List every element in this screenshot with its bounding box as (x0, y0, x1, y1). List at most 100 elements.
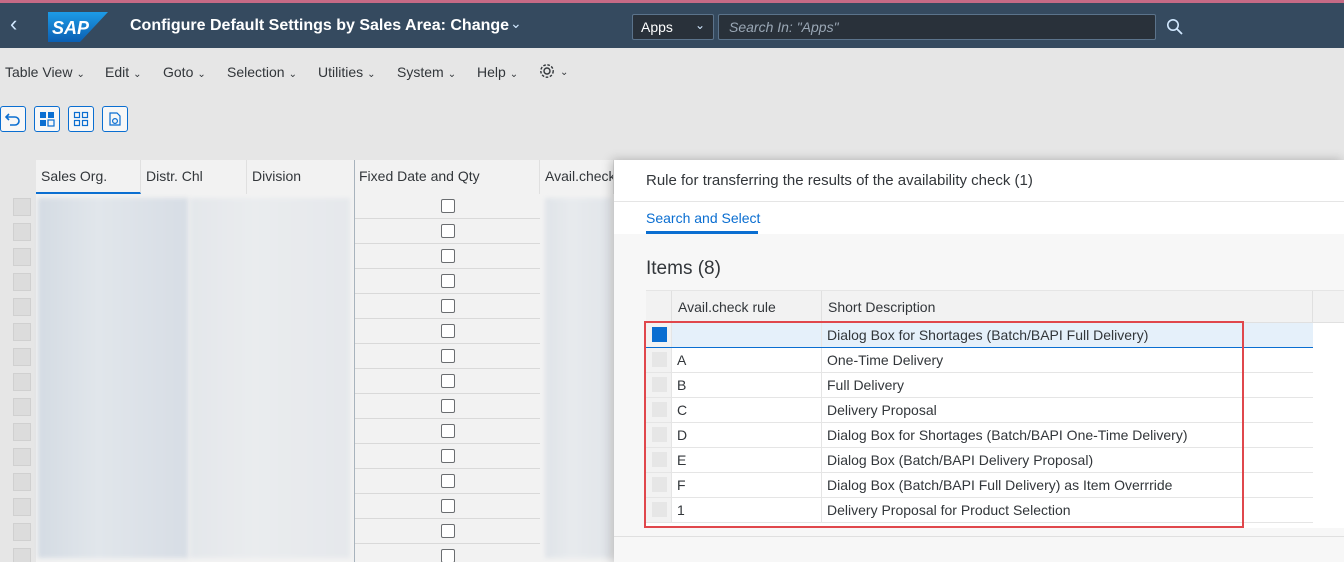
row-divider (355, 343, 540, 344)
row-divider (355, 443, 540, 444)
row-divider (355, 493, 540, 494)
row-divider (355, 468, 540, 469)
fixed-date-qty-checkbox[interactable] (441, 474, 455, 488)
fixed-date-qty-checkbox[interactable] (441, 449, 455, 463)
row-divider (355, 318, 540, 319)
deselect-all-icon (73, 111, 89, 127)
shell-header: ‹ SAP Configure Default Settings by Sale… (0, 0, 1344, 48)
fixed-date-qty-checkbox[interactable] (441, 399, 455, 413)
undo-button[interactable] (0, 106, 26, 132)
fixed-date-qty-checkbox[interactable] (441, 274, 455, 288)
column-header-short-description[interactable]: Short Description (822, 291, 1313, 323)
search-icon[interactable] (1166, 18, 1184, 36)
column-header-distr-chl[interactable]: Distr. Chl (141, 160, 247, 194)
row-selector[interactable] (13, 298, 31, 316)
row-selector[interactable] (13, 273, 31, 291)
menu-help[interactable]: Help ⌄ (477, 64, 518, 80)
export-icon (109, 112, 121, 126)
column-header-avail-check-rule[interactable]: Avail.check rule (672, 291, 822, 323)
menu-goto[interactable]: Goto ⌄ (163, 64, 206, 80)
redacted-cells (545, 198, 611, 558)
column-header-fixed-date-qty[interactable]: Fixed Date and Qty (354, 160, 540, 194)
column-header-filler (1313, 291, 1344, 323)
row-selector[interactable] (13, 248, 31, 266)
chevron-down-icon: ⌄ (509, 69, 519, 80)
export-button[interactable] (102, 106, 128, 132)
row-selector[interactable] (13, 348, 31, 366)
chevron-down-icon: ⌄ (76, 69, 85, 80)
row-selector[interactable] (13, 548, 31, 562)
menu-label: Table View (5, 64, 73, 80)
fixed-date-qty-checkbox[interactable] (441, 224, 455, 238)
row-selector[interactable] (13, 473, 31, 491)
menu-selection[interactable]: Selection ⌄ (227, 64, 297, 80)
row-divider (355, 218, 540, 219)
gear-icon (540, 64, 554, 79)
menu-label: Goto (163, 64, 194, 80)
sap-logo[interactable]: SAP (48, 12, 108, 42)
svg-text:SAP: SAP (52, 18, 90, 38)
select-all-button[interactable] (34, 106, 60, 132)
chevron-down-icon: ⌄ (694, 18, 705, 32)
row-selector[interactable] (13, 448, 31, 466)
redacted-cells (38, 198, 188, 558)
divider (614, 536, 1344, 537)
fixed-date-qty-checkbox[interactable] (441, 249, 455, 263)
app-title[interactable]: Configure Default Settings by Sales Area… (130, 17, 509, 35)
row-divider (355, 368, 540, 369)
chevron-down-icon[interactable]: ⌄ (510, 15, 522, 32)
column-header-division[interactable]: Division (247, 160, 355, 194)
row-selector[interactable] (13, 373, 31, 391)
menu-system[interactable]: System ⌄ (397, 64, 456, 80)
fixed-date-qty-checkbox[interactable] (441, 424, 455, 438)
menu-bar: Table View ⌄ Edit ⌄ Goto ⌄ Selection ⌄ Utili… (0, 48, 1344, 96)
row-divider (355, 293, 540, 294)
chevron-down-icon: ⌄ (197, 69, 206, 80)
highlight-annotation (644, 321, 1244, 528)
fixed-date-qty-checkbox[interactable] (441, 374, 455, 388)
menu-label: Utilities (318, 64, 364, 80)
row-selector[interactable] (13, 498, 31, 516)
apps-select[interactable]: Apps ⌄ (632, 14, 714, 40)
menu-label: Selection (227, 64, 285, 80)
deselect-all-button[interactable] (68, 106, 94, 132)
menu-utilities[interactable]: Utilities ⌄ (318, 64, 376, 80)
row-divider (355, 268, 540, 269)
column-header-avail-check[interactable]: Avail.check (540, 160, 614, 194)
row-divider (355, 418, 540, 419)
fixed-date-qty-checkbox[interactable] (441, 499, 455, 513)
row-selector[interactable] (13, 323, 31, 341)
row-divider (355, 393, 540, 394)
menu-edit[interactable]: Edit ⌄ (105, 64, 142, 80)
divider (614, 201, 1344, 202)
undo-icon (5, 113, 20, 126)
row-divider (355, 243, 540, 244)
fixed-date-qty-checkbox[interactable] (441, 299, 455, 313)
menu-label: Edit (105, 64, 130, 80)
chevron-down-icon: ⌄ (133, 69, 142, 80)
settings-menu[interactable]: ⌄ (538, 62, 568, 80)
row-selector[interactable] (13, 423, 31, 441)
row-selector[interactable] (13, 198, 31, 216)
fixed-date-qty-checkbox[interactable] (441, 199, 455, 213)
tab-search-and-select[interactable]: Search and Select (646, 210, 760, 226)
redacted-cells (190, 198, 350, 558)
row-selector[interactable] (13, 523, 31, 541)
apps-select-value: Apps (641, 19, 673, 35)
select-column-header[interactable] (646, 291, 672, 323)
row-divider (355, 518, 540, 519)
fixed-date-qty-checkbox[interactable] (441, 549, 455, 562)
fixed-date-qty-checkbox[interactable] (441, 349, 455, 363)
menu-table-view[interactable]: Table View ⌄ (5, 64, 85, 80)
row-selector[interactable] (13, 398, 31, 416)
menu-label: System (397, 64, 444, 80)
back-icon[interactable]: ‹ (10, 13, 30, 37)
fixed-date-qty-checkbox[interactable] (441, 324, 455, 338)
fixed-date-qty-checkbox[interactable] (441, 524, 455, 538)
column-header-sales-org[interactable]: Sales Org. (36, 160, 141, 194)
search-input[interactable]: Search In: "Apps" (718, 14, 1156, 40)
row-selector[interactable] (13, 223, 31, 241)
select-all-icon (40, 112, 55, 127)
chevron-down-icon: ⌄ (447, 69, 457, 80)
chevron-down-icon: ⌄ (288, 69, 297, 80)
